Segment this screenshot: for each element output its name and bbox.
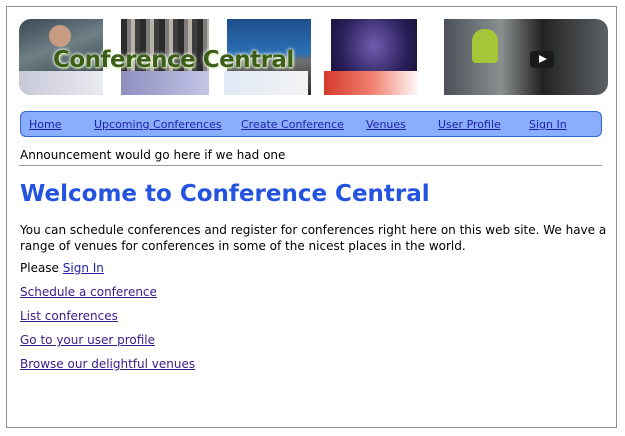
announcement-text: Announcement would go here if we had one — [20, 148, 286, 162]
list-conferences-link[interactable]: List conferences — [20, 309, 118, 323]
banner-photo-booth — [324, 71, 420, 95]
nav-item-venues[interactable]: Venues — [366, 118, 406, 131]
banner: Conference Central — [19, 19, 608, 95]
banner-photo-hall — [121, 71, 209, 95]
banner-video-thumbnail[interactable] — [444, 19, 608, 95]
intro-paragraph: You can schedule conferences and registe… — [20, 223, 607, 253]
please-label: Please — [20, 261, 59, 275]
user-profile-link[interactable]: Go to your user profile — [20, 333, 155, 347]
banner-photo-lobby — [19, 71, 103, 95]
nav-bar: Home Upcoming Conferences Create Confere… — [20, 111, 602, 137]
android-robot-icon — [472, 29, 498, 63]
schedule-conference-link[interactable]: Schedule a conference — [20, 285, 157, 299]
page-title: Welcome to Conference Central — [20, 181, 430, 207]
nav-item-user-profile[interactable]: User Profile — [438, 118, 501, 131]
nav-item-home[interactable]: Home — [29, 118, 61, 131]
nav-item-upcoming-conferences[interactable]: Upcoming Conferences — [94, 118, 222, 131]
sign-in-prompt: Please Sign In — [20, 261, 104, 275]
banner-photo-sign — [224, 71, 308, 95]
divider — [19, 165, 602, 166]
browse-venues-link[interactable]: Browse our delightful venues — [20, 357, 195, 371]
sign-in-link[interactable]: Sign In — [63, 261, 104, 275]
play-icon[interactable] — [530, 51, 554, 68]
nav-item-create-conference[interactable]: Create Conference — [241, 118, 344, 131]
nav-item-sign-in[interactable]: Sign In — [529, 118, 567, 131]
site-logo-title: Conference Central — [53, 47, 294, 73]
